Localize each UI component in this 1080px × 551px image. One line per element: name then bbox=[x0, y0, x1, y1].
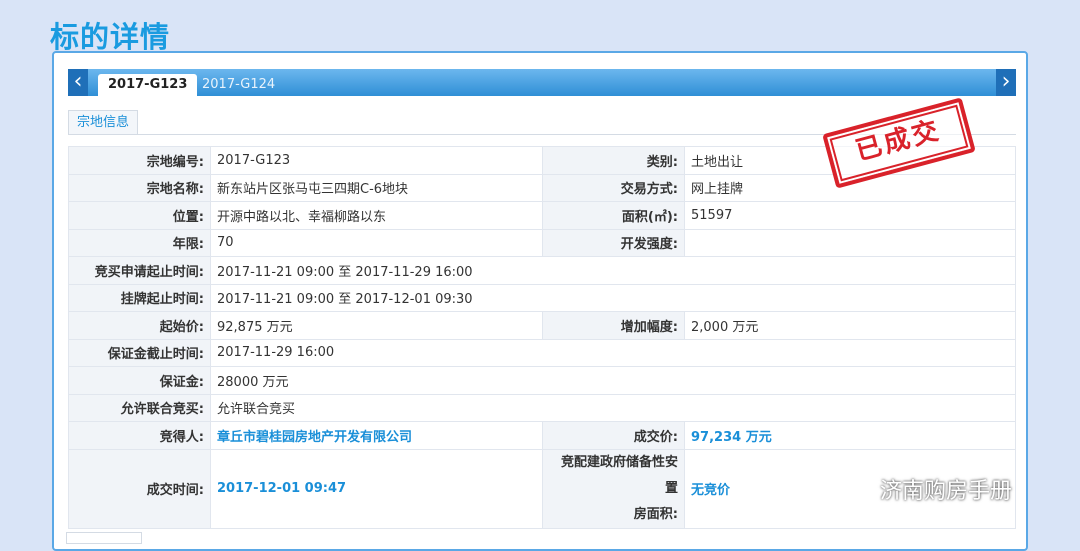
tab-bar: ‹ 2017-G123 2017-G124 › bbox=[68, 69, 1016, 96]
field-label: 开发强度: bbox=[542, 228, 685, 257]
table-row: 年限: 70 开发强度: bbox=[68, 228, 1016, 257]
field-label: 宗地编号: bbox=[68, 146, 211, 175]
subtab-parcel-info[interactable]: 宗地信息 bbox=[68, 110, 139, 135]
field-label: 成交价: bbox=[542, 421, 685, 450]
deal-time-value: 2017-12-01 09:47 bbox=[210, 448, 543, 529]
field-label: 年限: bbox=[68, 228, 211, 257]
field-value: 28000 万元 bbox=[210, 366, 1016, 395]
field-label: 竞得人: bbox=[68, 421, 211, 450]
field-label: 增加幅度: bbox=[542, 311, 685, 340]
page-title: 标的详情 bbox=[50, 20, 171, 54]
deal-price-value: 97,234 万元 bbox=[684, 421, 1016, 450]
table-row: 位置: 开源中路以北、幸福柳路以东 面积(㎡): 51597 bbox=[68, 201, 1016, 230]
watermark-text: 济南购房手册 bbox=[880, 479, 1013, 504]
field-label: 允许联合竞买: bbox=[68, 393, 211, 422]
field-label: 挂牌起止时间: bbox=[68, 283, 211, 312]
field-value: 2,000 万元 bbox=[684, 311, 1016, 340]
field-value: 开源中路以北、幸福柳路以东 bbox=[210, 201, 543, 230]
field-label: 交易方式: bbox=[542, 173, 685, 202]
field-label: 类别: bbox=[542, 146, 685, 175]
table-row: 挂牌起止时间: 2017-11-21 09:00 至 2017-12-01 09… bbox=[68, 283, 1016, 312]
field-label-line1: 竞配建政府储备性安置 bbox=[560, 454, 678, 496]
field-value: 51597 bbox=[684, 201, 1016, 230]
table-row: 起始价: 92,875 万元 增加幅度: 2,000 万元 bbox=[68, 311, 1016, 340]
table-row: 保证金: 28000 万元 bbox=[68, 366, 1016, 395]
tab-2017-g123[interactable]: 2017-G123 bbox=[98, 74, 198, 96]
field-label: 保证金截止时间: bbox=[68, 338, 211, 367]
field-label: 宗地名称: bbox=[68, 173, 211, 202]
winner-value: 章丘市碧桂园房地产开发有限公司 bbox=[210, 421, 543, 450]
bottom-tab bbox=[66, 532, 142, 544]
field-value: 70 bbox=[210, 228, 543, 257]
table-row: 竞得人: 章丘市碧桂园房地产开发有限公司 成交价: 97,234 万元 bbox=[68, 421, 1016, 450]
field-value: 2017-11-21 09:00 至 2017-11-29 16:00 bbox=[210, 256, 1016, 285]
field-label: 保证金: bbox=[68, 366, 211, 395]
tab-2017-g124[interactable]: 2017-G124 bbox=[192, 74, 285, 96]
field-label: 位置: bbox=[68, 201, 211, 230]
field-value: 允许联合竞买 bbox=[210, 393, 1016, 422]
field-label: 成交时间: bbox=[68, 448, 211, 529]
parcel-info-table: 宗地编号: 2017-G123 类别: 土地出让 宗地名称: 新东站片区张马屯三… bbox=[68, 146, 1016, 529]
prev-tab-arrow-icon[interactable]: ‹ bbox=[68, 69, 88, 96]
field-value: 2017-G123 bbox=[210, 146, 543, 175]
next-tab-arrow-icon[interactable]: › bbox=[996, 69, 1016, 96]
field-value: 新东站片区张马屯三四期C-6地块 bbox=[210, 173, 543, 202]
field-value: 2017-11-21 09:00 至 2017-12-01 09:30 bbox=[210, 283, 1016, 312]
field-label: 起始价: bbox=[68, 311, 211, 340]
field-value bbox=[684, 228, 1016, 257]
field-label: 竞配建政府储备性安置 房面积: bbox=[542, 448, 685, 529]
field-label: 竞买申请起止时间: bbox=[68, 256, 211, 285]
field-label: 面积(㎡): bbox=[542, 201, 685, 230]
field-value: 2017-11-29 16:00 bbox=[210, 338, 1016, 367]
table-row: 保证金截止时间: 2017-11-29 16:00 bbox=[68, 338, 1016, 367]
watermark: 济南购房手册 bbox=[838, 474, 1012, 510]
table-row: 允许联合竞买: 允许联合竞买 bbox=[68, 393, 1016, 422]
field-label-line2: 房面积: bbox=[633, 506, 678, 522]
wechat-icon bbox=[839, 480, 872, 503]
table-row: 竞买申请起止时间: 2017-11-21 09:00 至 2017-11-29 … bbox=[68, 256, 1016, 285]
field-value: 92,875 万元 bbox=[210, 311, 543, 340]
